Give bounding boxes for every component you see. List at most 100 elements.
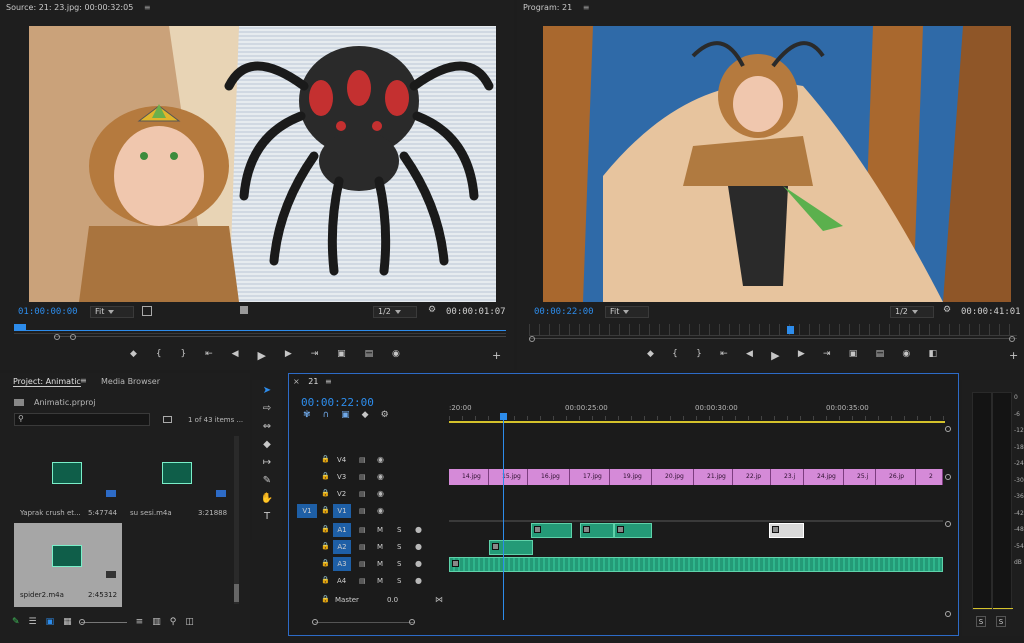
zoom-slider[interactable] bbox=[78, 618, 127, 625]
track-label[interactable]: A4 bbox=[337, 577, 346, 585]
video-clip[interactable]: 19.jpg bbox=[610, 469, 652, 485]
video-clip[interactable]: 22.jp bbox=[733, 469, 771, 485]
video-clip[interactable]: 17.jpg bbox=[570, 469, 610, 485]
sync-lock-icon[interactable]: ▤ bbox=[359, 526, 366, 534]
mark-out-icon[interactable]: } bbox=[696, 349, 702, 362]
lock-icon[interactable]: 🔒 bbox=[321, 506, 330, 514]
lock-icon[interactable]: 🔒 bbox=[321, 559, 330, 567]
lock-icon[interactable]: 🔒 bbox=[321, 595, 330, 603]
video-clip[interactable]: 2 bbox=[916, 469, 943, 485]
video-clip[interactable]: 24.jpg bbox=[804, 469, 844, 485]
scroll-handle[interactable] bbox=[945, 521, 951, 527]
mark-in-icon[interactable]: { bbox=[672, 349, 678, 362]
track-select-icon[interactable]: ⇨ bbox=[260, 402, 274, 416]
add-button-icon[interactable]: + bbox=[1009, 349, 1018, 362]
work-area-bar[interactable] bbox=[449, 421, 945, 423]
new-bin-icon[interactable] bbox=[163, 416, 172, 423]
project-item-su-sesi[interactable]: su sesi.m4a 3:21888 bbox=[124, 436, 232, 532]
mute-button[interactable]: M bbox=[377, 560, 383, 568]
zoom-handle-left[interactable] bbox=[312, 619, 318, 625]
audio-clip[interactable] bbox=[580, 523, 614, 538]
track-label[interactable]: A3 bbox=[333, 557, 351, 571]
solo-button[interactable]: S bbox=[397, 526, 401, 534]
timeline-timecode[interactable]: 00:00:22:00 bbox=[301, 396, 374, 409]
step-forward-icon[interactable]: ▶ bbox=[798, 349, 805, 362]
tab-project[interactable]: Project: Animatic bbox=[13, 377, 81, 387]
go-to-out-icon[interactable]: ⇥ bbox=[311, 349, 319, 362]
play-icon[interactable]: ▶ bbox=[771, 349, 779, 362]
audio-clip[interactable] bbox=[449, 557, 943, 572]
program-monitor-header[interactable]: Program: 21 ≡ bbox=[517, 0, 1024, 16]
sync-lock-icon[interactable]: ▤ bbox=[359, 456, 366, 464]
zoom-slider-handle[interactable] bbox=[78, 618, 85, 625]
play-icon[interactable]: ▶ bbox=[257, 349, 265, 362]
track-label[interactable]: V3 bbox=[337, 473, 346, 481]
zoom-handle-right[interactable] bbox=[70, 334, 76, 340]
snap-icon[interactable]: ∩ bbox=[323, 410, 330, 420]
compare-icon[interactable]: ◧ bbox=[928, 349, 937, 362]
source-time-ruler[interactable] bbox=[14, 322, 506, 334]
zoom-handle-left[interactable] bbox=[54, 334, 60, 340]
marker-icon[interactable]: ◆ bbox=[647, 349, 654, 362]
step-back-icon[interactable]: ◀ bbox=[746, 349, 753, 362]
lock-icon[interactable]: 🔒 bbox=[321, 455, 330, 463]
microphone-icon[interactable]: ● bbox=[415, 576, 422, 585]
panel-menu-icon[interactable]: ≡ bbox=[583, 3, 590, 12]
lift-icon[interactable]: ▣ bbox=[849, 349, 858, 362]
audio-clip-selected[interactable] bbox=[769, 523, 804, 538]
solo-button[interactable]: S bbox=[397, 577, 401, 585]
source-patch-v1[interactable]: V1 bbox=[297, 504, 317, 518]
video-clip[interactable]: 21.jpg bbox=[694, 469, 733, 485]
sync-lock-icon[interactable]: ▤ bbox=[359, 507, 366, 515]
audio-clip[interactable] bbox=[489, 540, 533, 555]
video-clip[interactable]: 26.jp bbox=[876, 469, 916, 485]
zoom-handle-left[interactable] bbox=[529, 336, 535, 342]
mute-button[interactable]: M bbox=[377, 543, 383, 551]
solo-button[interactable]: S bbox=[397, 543, 401, 551]
eye-icon[interactable]: ◉ bbox=[377, 506, 384, 515]
microphone-icon[interactable]: ● bbox=[415, 542, 422, 551]
linked-selection-icon[interactable]: ▣ bbox=[341, 410, 350, 420]
program-playhead[interactable] bbox=[787, 326, 794, 334]
timeline-tab[interactable]: × 21 ≡ bbox=[293, 377, 332, 386]
timeline-tracks[interactable]: 14.jpg 15.jpg 16.jpg 17.jpg 19.jpg 20.jp… bbox=[449, 452, 943, 610]
video-audio-divider[interactable] bbox=[449, 520, 943, 522]
go-to-out-icon[interactable]: ⇥ bbox=[823, 349, 831, 362]
project-item-spider2[interactable]: spider2.m4a 2:45312 bbox=[14, 523, 122, 607]
new-bin-icon[interactable]: ◫ bbox=[185, 617, 194, 627]
timeline-playhead[interactable] bbox=[500, 413, 507, 420]
slip-tool-icon[interactable]: ↦ bbox=[260, 456, 274, 470]
zoom-handle-right[interactable] bbox=[1009, 336, 1015, 342]
solo-left-button[interactable]: S bbox=[976, 616, 986, 627]
type-tool-icon[interactable]: T bbox=[260, 510, 274, 524]
scroll-handle[interactable] bbox=[945, 474, 951, 480]
scroll-handle[interactable] bbox=[945, 426, 951, 432]
solo-button[interactable]: S bbox=[397, 560, 401, 568]
source-settings-icon[interactable] bbox=[240, 306, 248, 314]
sync-lock-icon[interactable]: ▤ bbox=[359, 577, 366, 585]
automate-icon[interactable]: ▥ bbox=[152, 617, 161, 627]
panel-menu-icon[interactable]: ≡ bbox=[144, 3, 151, 12]
microphone-icon[interactable]: ● bbox=[415, 525, 422, 534]
find-icon[interactable]: ⚲ bbox=[170, 617, 177, 627]
add-marker-icon[interactable]: ◆ bbox=[362, 410, 369, 420]
track-label[interactable]: A1 bbox=[333, 523, 351, 537]
lock-icon[interactable]: 🔒 bbox=[321, 525, 330, 533]
ripple-edit-icon[interactable]: ⇔ bbox=[260, 420, 274, 434]
program-time-ruler[interactable] bbox=[529, 324, 1017, 336]
mute-button[interactable]: M bbox=[377, 526, 383, 534]
tab-media-browser[interactable]: Media Browser bbox=[101, 377, 160, 386]
source-resolution-dropdown[interactable]: 1/2 bbox=[373, 306, 417, 318]
solo-right-button[interactable]: S bbox=[996, 616, 1006, 627]
audio-clip[interactable] bbox=[531, 523, 572, 538]
go-to-in-icon[interactable]: ⇤ bbox=[205, 349, 213, 362]
wrench-icon[interactable]: ⚙ bbox=[428, 305, 436, 315]
go-to-end-icon[interactable]: ⋈ bbox=[435, 595, 443, 604]
extract-icon[interactable]: ▤ bbox=[876, 349, 885, 362]
sync-lock-icon[interactable]: ▤ bbox=[359, 560, 366, 568]
wrench-icon[interactable]: ⚙ bbox=[381, 410, 389, 420]
lock-icon[interactable]: 🔒 bbox=[321, 472, 330, 480]
insert-icon[interactable]: ▣ bbox=[337, 349, 346, 362]
program-zoom-bar[interactable] bbox=[529, 336, 1017, 342]
video-clip[interactable]: 25.j bbox=[844, 469, 876, 485]
